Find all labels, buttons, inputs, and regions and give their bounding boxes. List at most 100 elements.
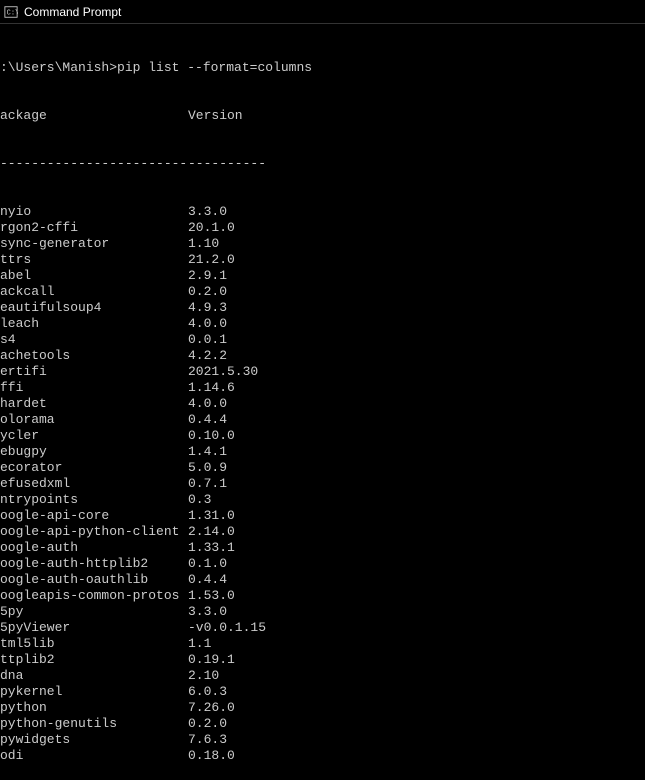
package-name: ffi bbox=[0, 380, 188, 396]
package-version: 1.4.1 bbox=[188, 444, 227, 460]
package-name: pykernel bbox=[0, 684, 188, 700]
package-version: 0.3 bbox=[188, 492, 211, 508]
package-version: 2.9.1 bbox=[188, 268, 227, 284]
package-version: 0.4.4 bbox=[188, 572, 227, 588]
table-row: efusedxml0.7.1 bbox=[0, 476, 645, 492]
package-name: pywidgets bbox=[0, 732, 188, 748]
package-version: 1.31.0 bbox=[188, 508, 235, 524]
package-version: 7.6.3 bbox=[188, 732, 227, 748]
table-row: oogle-auth-httplib20.1.0 bbox=[0, 556, 645, 572]
package-version: 0.18.0 bbox=[188, 748, 235, 764]
table-row: eautifulsoup44.9.3 bbox=[0, 300, 645, 316]
table-row: oogle-auth-oauthlib0.4.4 bbox=[0, 572, 645, 588]
package-name: ttplib2 bbox=[0, 652, 188, 668]
window-title: Command Prompt bbox=[24, 5, 121, 19]
package-version: 4.9.3 bbox=[188, 300, 227, 316]
table-row: python-genutils0.2.0 bbox=[0, 716, 645, 732]
package-version: 3.3.0 bbox=[188, 204, 227, 220]
package-name: rgon2-cffi bbox=[0, 220, 188, 236]
package-name: oogle-api-core bbox=[0, 508, 188, 524]
package-name: 5pyViewer bbox=[0, 620, 188, 636]
header-package: ackage bbox=[0, 108, 188, 124]
table-row: ntrypoints0.3 bbox=[0, 492, 645, 508]
table-row: ertifi2021.5.30 bbox=[0, 364, 645, 380]
package-version: 0.2.0 bbox=[188, 716, 227, 732]
package-version: 3.3.0 bbox=[188, 604, 227, 620]
package-version: 4.0.0 bbox=[188, 316, 227, 332]
table-row: oogle-api-python-client2.14.0 bbox=[0, 524, 645, 540]
package-name: ertifi bbox=[0, 364, 188, 380]
table-row: ycler0.10.0 bbox=[0, 428, 645, 444]
table-row: ecorator5.0.9 bbox=[0, 460, 645, 476]
package-version: 2021.5.30 bbox=[188, 364, 258, 380]
package-name: sync-generator bbox=[0, 236, 188, 252]
table-row: 5py3.3.0 bbox=[0, 604, 645, 620]
package-version: 0.1.0 bbox=[188, 556, 227, 572]
package-version: 0.10.0 bbox=[188, 428, 235, 444]
package-name: eautifulsoup4 bbox=[0, 300, 188, 316]
package-version: 7.26.0 bbox=[188, 700, 235, 716]
table-header-row: ackageVersion bbox=[0, 108, 645, 124]
package-list: nyio3.3.0rgon2-cffi20.1.0sync-generator1… bbox=[0, 204, 645, 764]
package-name: ackcall bbox=[0, 284, 188, 300]
package-name: s4 bbox=[0, 332, 188, 348]
package-version: 21.2.0 bbox=[188, 252, 235, 268]
table-row: dna2.10 bbox=[0, 668, 645, 684]
package-name: leach bbox=[0, 316, 188, 332]
table-row: olorama0.4.4 bbox=[0, 412, 645, 428]
package-name: ebugpy bbox=[0, 444, 188, 460]
table-row: achetools4.2.2 bbox=[0, 348, 645, 364]
table-row: ffi1.14.6 bbox=[0, 380, 645, 396]
package-name: ecorator bbox=[0, 460, 188, 476]
package-name: odi bbox=[0, 748, 188, 764]
separator-version: ---------- bbox=[188, 156, 266, 172]
package-name: python-genutils bbox=[0, 716, 188, 732]
package-version: 0.7.1 bbox=[188, 476, 227, 492]
terminal-output[interactable]: :\Users\Manish>pip list --format=columns… bbox=[0, 24, 645, 780]
package-version: 6.0.3 bbox=[188, 684, 227, 700]
table-row: ackcall0.2.0 bbox=[0, 284, 645, 300]
package-version: 1.1 bbox=[188, 636, 211, 652]
window-titlebar[interactable]: C:\ Command Prompt bbox=[0, 0, 645, 24]
table-row: hardet4.0.0 bbox=[0, 396, 645, 412]
table-row: ebugpy1.4.1 bbox=[0, 444, 645, 460]
package-version: 0.0.1 bbox=[188, 332, 227, 348]
package-version: 4.0.0 bbox=[188, 396, 227, 412]
package-name: hardet bbox=[0, 396, 188, 412]
package-version: 1.10 bbox=[188, 236, 219, 252]
table-row: tml5lib1.1 bbox=[0, 636, 645, 652]
package-version: -v0.0.1.15 bbox=[188, 620, 266, 636]
table-row: pykernel6.0.3 bbox=[0, 684, 645, 700]
package-name: tml5lib bbox=[0, 636, 188, 652]
separator-package: ------------------------ bbox=[0, 156, 188, 172]
package-name: dna bbox=[0, 668, 188, 684]
package-name: 5py bbox=[0, 604, 188, 620]
package-name: efusedxml bbox=[0, 476, 188, 492]
table-row: 5pyViewer-v0.0.1.15 bbox=[0, 620, 645, 636]
package-name: achetools bbox=[0, 348, 188, 364]
command-prompt-line: :\Users\Manish>pip list --format=columns bbox=[0, 60, 645, 76]
package-name: olorama bbox=[0, 412, 188, 428]
package-name: oogle-api-python-client bbox=[0, 524, 188, 540]
table-row: sync-generator1.10 bbox=[0, 236, 645, 252]
package-name: oogle-auth-oauthlib bbox=[0, 572, 188, 588]
package-name: oogleapis-common-protos bbox=[0, 588, 188, 604]
cmd-icon: C:\ bbox=[4, 5, 18, 19]
package-version: 2.14.0 bbox=[188, 524, 235, 540]
table-row: leach4.0.0 bbox=[0, 316, 645, 332]
package-version: 5.0.9 bbox=[188, 460, 227, 476]
package-version: 0.4.4 bbox=[188, 412, 227, 428]
table-row: pywidgets7.6.3 bbox=[0, 732, 645, 748]
table-row: s40.0.1 bbox=[0, 332, 645, 348]
header-version: Version bbox=[188, 108, 243, 124]
package-version: 1.14.6 bbox=[188, 380, 235, 396]
table-row: nyio3.3.0 bbox=[0, 204, 645, 220]
svg-text:C:\: C:\ bbox=[7, 9, 18, 17]
package-name: abel bbox=[0, 268, 188, 284]
package-version: 1.33.1 bbox=[188, 540, 235, 556]
table-row: odi0.18.0 bbox=[0, 748, 645, 764]
package-version: 2.10 bbox=[188, 668, 219, 684]
table-row: abel2.9.1 bbox=[0, 268, 645, 284]
package-version: 4.2.2 bbox=[188, 348, 227, 364]
table-row: oogle-auth1.33.1 bbox=[0, 540, 645, 556]
